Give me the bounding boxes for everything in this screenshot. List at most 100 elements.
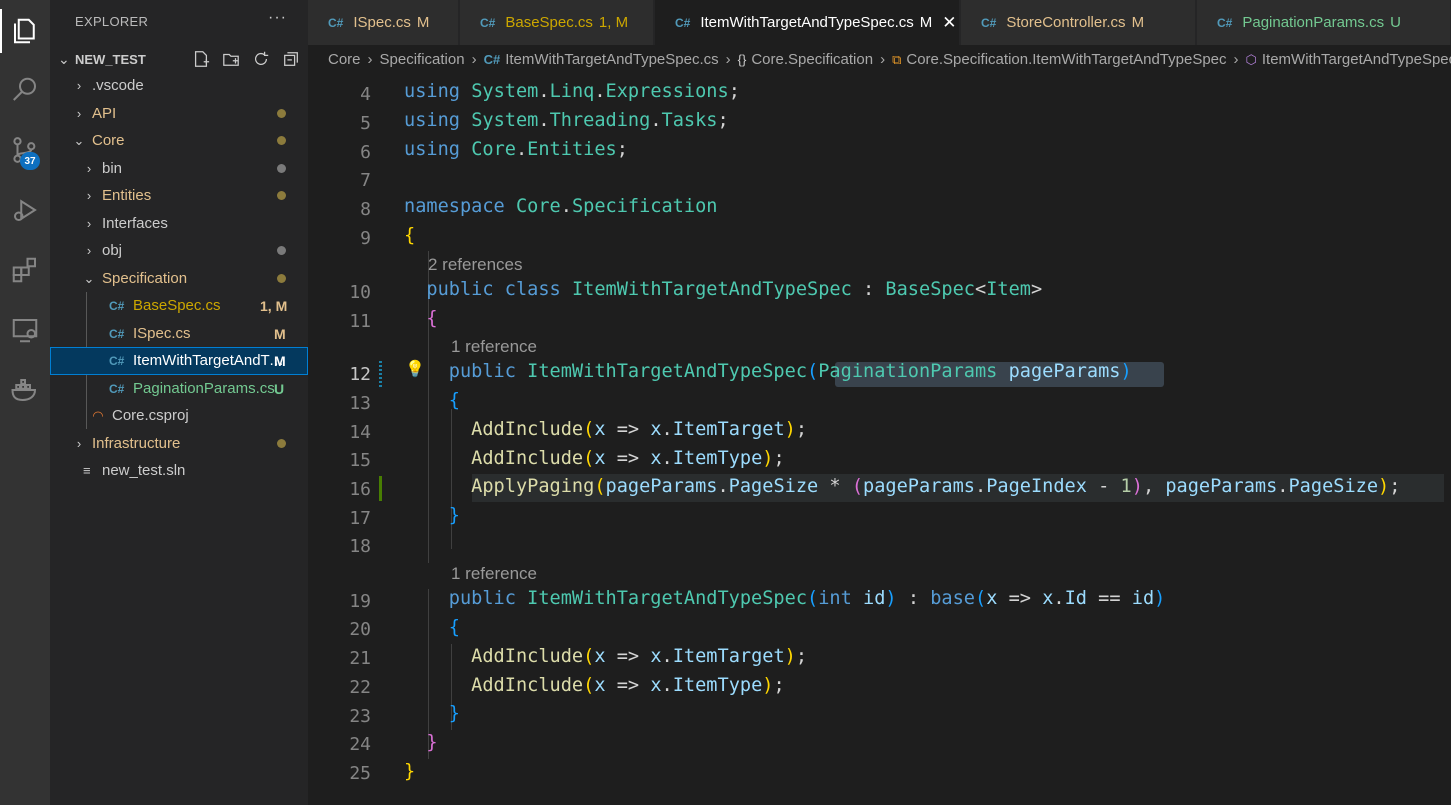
line-number: 7 <box>360 170 371 191</box>
breadcrumb-method[interactable]: ItemWithTargetAndTypeSpec <box>1262 51 1451 68</box>
breadcrumb-file[interactable]: ItemWithTargetAndTypeSpec.cs <box>505 51 718 68</box>
csharp-file-icon: C# <box>1217 15 1233 30</box>
csharp-file-icon: C# <box>480 15 496 30</box>
line-number: 15 <box>349 450 371 471</box>
collapse-all-icon[interactable] <box>280 48 302 70</box>
tree-folder[interactable]: › API <box>50 100 308 128</box>
editor-tab[interactable]: C# ItemWithTargetAndTypeSpec.cs M ✕ <box>655 0 960 45</box>
chevron-right-icon: › <box>1233 51 1239 68</box>
line-number: 23 <box>349 706 371 727</box>
chevron-right-icon: › <box>86 243 92 259</box>
line-number: 18 <box>349 536 371 557</box>
chevron-down-icon: ⌄ <box>73 132 85 148</box>
remote-explorer-icon[interactable] <box>0 306 50 354</box>
modified-dot-icon <box>277 164 286 174</box>
tree-folder[interactable]: › bin <box>50 155 308 183</box>
breadcrumb-namespace[interactable]: Core.Specification <box>751 51 873 68</box>
code-lens-references[interactable]: 1 reference <box>451 564 537 584</box>
code-line: public ItemWithTargetAndTypeSpec(int id)… <box>448 588 1166 609</box>
chevron-right-icon: › <box>880 51 886 68</box>
tab-label: BaseSpec.cs <box>505 14 593 31</box>
line-number: 24 <box>349 734 371 755</box>
modified-dot-icon <box>277 439 286 449</box>
code-line: } <box>404 761 416 782</box>
code-line: AddInclude(x => x.ItemType); <box>471 675 785 696</box>
code-line: { <box>448 617 460 638</box>
tree-folder[interactable]: › Infrastructure <box>50 430 308 458</box>
extensions-icon[interactable] <box>0 246 50 294</box>
line-number: 19 <box>349 591 371 612</box>
code-line: ApplyPaging(pageParams.PageSize * (pageP… <box>471 476 1401 497</box>
tree-item-label: Specification <box>102 270 188 288</box>
tree-file[interactable]: ≡ new_test.sln <box>50 457 308 485</box>
namespace-icon: {} <box>737 52 747 67</box>
csproj-file-icon: ◠ <box>93 407 103 423</box>
editor-tab[interactable]: C# ISpec.cs M <box>308 0 459 45</box>
line-number: 25 <box>349 763 371 784</box>
code-lens-references[interactable]: 2 references <box>428 255 523 275</box>
code-line: } <box>448 505 460 526</box>
explorer-actions <box>190 48 302 70</box>
tree-item-label: bin <box>102 160 123 178</box>
tree-file[interactable]: C# BaseSpec.cs 1, M <box>50 292 308 320</box>
tree-folder[interactable]: ⌄ Specification <box>50 265 308 293</box>
run-debug-icon[interactable] <box>0 186 50 234</box>
tree-item-label: Interfaces <box>102 215 168 233</box>
tab-label: PaginationParams.cs <box>1242 14 1385 31</box>
breadcrumb-class[interactable]: Core.Specification.ItemWithTargetAndType… <box>906 51 1226 68</box>
tree-file[interactable]: C# PaginationParams.cs U <box>50 375 308 403</box>
tree-file[interactable]: ◠ Core.csproj <box>50 402 308 430</box>
editor-tab[interactable]: C# BaseSpec.cs 1, M <box>460 0 654 45</box>
line-number: 8 <box>360 199 371 220</box>
editor-tab[interactable]: C# StoreController.cs M <box>961 0 1196 45</box>
code-lens-references[interactable]: 1 reference <box>451 337 537 357</box>
tree-item-label: BaseSpec.cs <box>133 297 221 315</box>
tree-folder[interactable]: ⌄ Core <box>50 127 308 155</box>
method-icon: ⬡ <box>1245 51 1257 67</box>
code-line: { <box>404 225 416 246</box>
line-number: 22 <box>349 677 371 698</box>
refresh-icon[interactable] <box>250 48 272 70</box>
code-editor[interactable]: 💡 4 5 6 7 8 9 10 11 12 13 14 15 16 17 18 19 20 21 22 23 24 25… <box>308 74 1451 805</box>
tab-label: StoreController.cs <box>1006 14 1126 31</box>
git-status-badge: U <box>274 380 285 397</box>
tree-file[interactable]: C# ISpec.cs M <box>50 320 308 348</box>
modified-dot-icon <box>277 109 286 119</box>
tree-folder[interactable]: › obj <box>50 237 308 265</box>
tree-folder[interactable]: › Interfaces <box>50 210 308 238</box>
more-actions-icon[interactable]: ··· <box>268 9 287 27</box>
tab-status: M <box>1131 14 1145 31</box>
code-line: using System.Threading.Tasks; <box>404 110 729 131</box>
code-line: { <box>448 390 460 411</box>
new-folder-icon[interactable] <box>220 48 242 70</box>
csharp-file-icon: C# <box>109 381 125 396</box>
tab-label: ISpec.cs <box>353 14 411 31</box>
close-icon[interactable]: ✕ <box>942 13 956 33</box>
tree-folder[interactable]: › Entities <box>50 182 308 210</box>
code-line: AddInclude(x => x.ItemTarget); <box>471 646 808 667</box>
tab-label: ItemWithTargetAndTypeSpec.cs <box>700 14 914 31</box>
chevron-right-icon: › <box>367 51 373 68</box>
line-number: 6 <box>360 142 371 163</box>
line-number: 11 <box>349 311 371 332</box>
tree-item-label: PaginationParams.cs <box>133 380 275 398</box>
line-number: 4 <box>360 84 371 105</box>
breadcrumb-core[interactable]: Core <box>328 51 361 68</box>
tree-folder[interactable]: › .vscode <box>50 72 308 100</box>
chevron-right-icon: › <box>86 161 92 177</box>
tree-file[interactable]: C# ItemWithTargetAndTypeSpec.csM <box>50 347 308 375</box>
editor-tab[interactable]: C# PaginationParams.cs U <box>1197 0 1451 45</box>
search-icon[interactable] <box>0 66 50 114</box>
tree-item-label: Entities <box>102 187 152 205</box>
code-line: public class ItemWithTargetAndTypeSpec :… <box>426 279 1043 300</box>
tab-status: M <box>919 14 933 31</box>
new-file-icon[interactable] <box>190 48 212 70</box>
activity-bar: 37 <box>0 0 50 805</box>
tree-item-label: Core <box>92 132 125 150</box>
tab-status: 1, M <box>598 14 629 31</box>
explorer-icon[interactable] <box>0 7 50 55</box>
chevron-down-icon: ⌄ <box>83 270 95 286</box>
docker-icon[interactable] <box>0 366 50 414</box>
breadcrumb-specification[interactable]: Specification <box>380 51 465 68</box>
git-status-badge: M <box>274 325 286 342</box>
